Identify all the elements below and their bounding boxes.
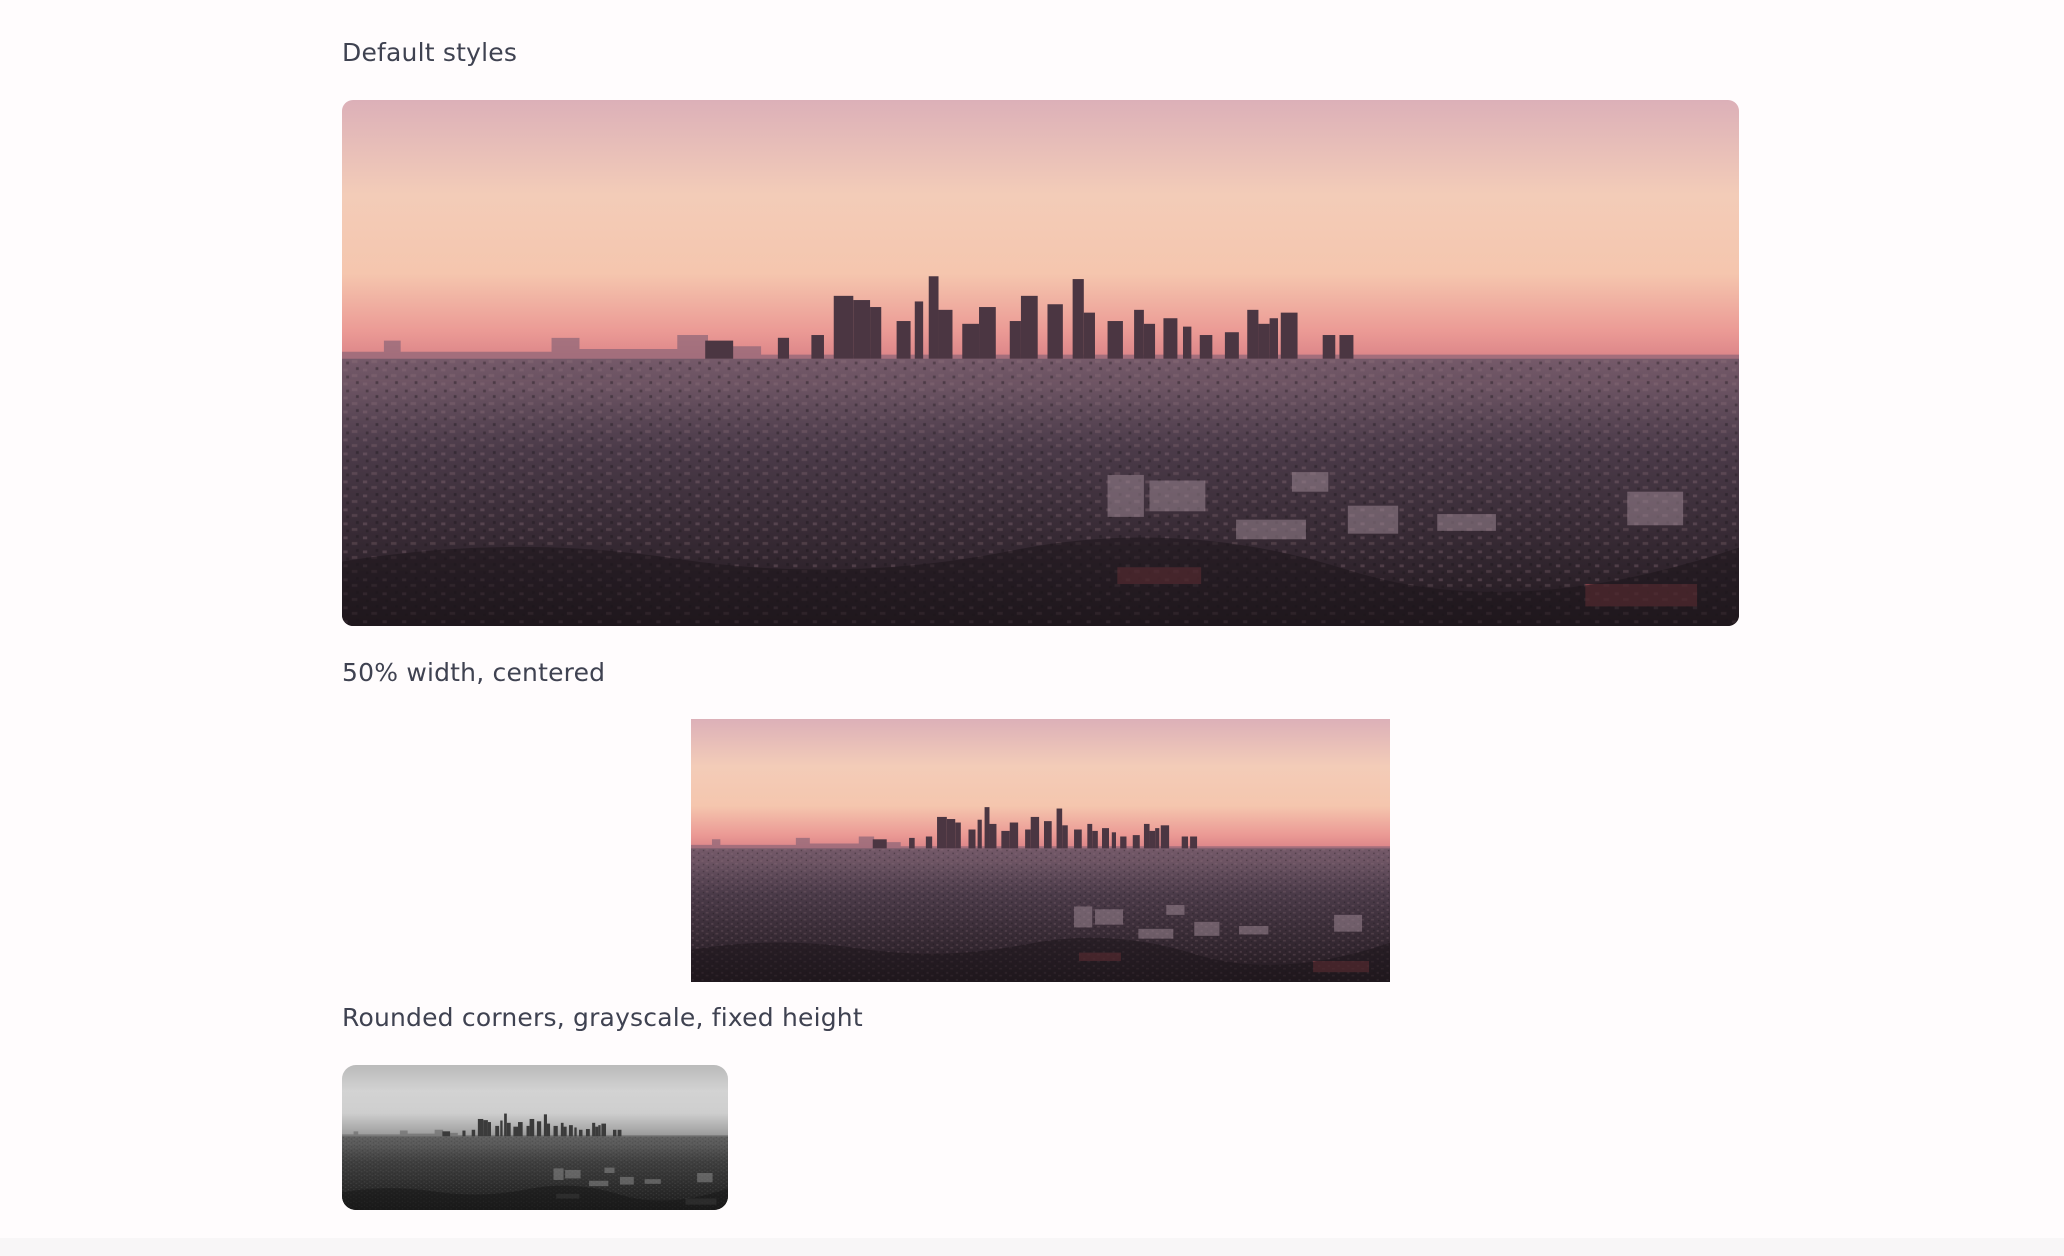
section-caption-half-width: 50% width, centered [342, 658, 606, 687]
skyline-image-grayscale [342, 1065, 728, 1210]
section-caption-default: Default styles [342, 38, 518, 67]
section-caption-grayscale: Rounded corners, grayscale, fixed height [342, 1003, 863, 1032]
page-footer-band [0, 1238, 2064, 1256]
skyline-image-default [342, 100, 1739, 626]
skyline-image-half-width [691, 719, 1390, 982]
